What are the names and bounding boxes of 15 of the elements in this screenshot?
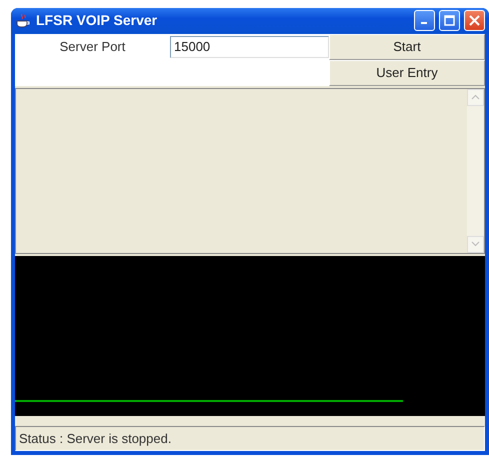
scroll-up-icon[interactable] [467, 88, 484, 106]
port-field[interactable]: 15000 [170, 36, 329, 58]
close-icon [469, 15, 480, 26]
maximize-button[interactable] [439, 10, 460, 32]
status-text: Status : Server is stopped. [15, 426, 485, 451]
close-button[interactable] [464, 10, 485, 32]
start-button[interactable]: Start [329, 34, 485, 60]
user-entry-button[interactable]: User Entry [329, 60, 485, 86]
minimize-button[interactable] [414, 10, 435, 32]
maximize-icon [444, 15, 455, 26]
window-title: LFSR VOIP Server [36, 11, 158, 30]
coffee-cup-icon [15, 12, 31, 29]
vertical-scrollbar[interactable] [467, 88, 484, 252]
port-label: Server Port [58, 38, 126, 56]
scroll-down-icon[interactable] [467, 236, 484, 252]
